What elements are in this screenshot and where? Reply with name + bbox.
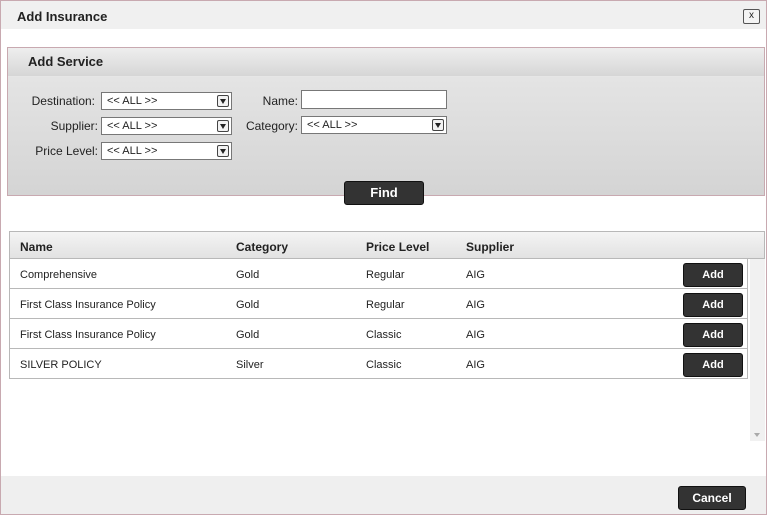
column-header-supplier: Supplier bbox=[466, 240, 515, 254]
row-name: First Class Insurance Policy bbox=[20, 299, 156, 311]
panel-header: Add Service bbox=[8, 48, 764, 77]
row-category: Gold bbox=[236, 269, 260, 281]
chevron-down-icon bbox=[217, 145, 229, 157]
dialog-titlebar: Add Insurance x bbox=[1, 1, 766, 29]
price-level-label: Price Level: bbox=[35, 144, 98, 158]
row-supplier: AIG bbox=[466, 359, 485, 371]
destination-value: << ALL >> bbox=[107, 95, 158, 107]
cancel-button[interactable]: Cancel bbox=[678, 486, 746, 510]
category-label: Category: bbox=[245, 119, 298, 133]
add-insurance-dialog: Add Insurance x Add Service Destination:… bbox=[0, 0, 767, 515]
row-supplier: AIG bbox=[466, 299, 485, 311]
row-price-level: Classic bbox=[366, 329, 402, 341]
price-level-value: << ALL >> bbox=[107, 145, 158, 157]
supplier-label: Supplier: bbox=[50, 119, 98, 133]
price-level-select[interactable]: << ALL >> bbox=[101, 142, 232, 160]
column-header-category: Category bbox=[236, 240, 289, 254]
row-price-level: Regular bbox=[366, 299, 405, 311]
scroll-down-icon[interactable] bbox=[754, 433, 760, 437]
row-price-level: Classic bbox=[366, 359, 402, 371]
category-value: << ALL >> bbox=[307, 119, 358, 131]
add-button[interactable]: Add bbox=[683, 353, 743, 377]
name-input[interactable] bbox=[301, 90, 447, 109]
add-button[interactable]: Add bbox=[683, 293, 743, 317]
row-supplier: AIG bbox=[466, 269, 485, 281]
chevron-down-icon bbox=[217, 95, 229, 107]
row-category: Silver bbox=[236, 359, 264, 371]
column-header-name: Name bbox=[20, 240, 53, 254]
destination-select[interactable]: << ALL >> bbox=[101, 92, 232, 110]
table-row: SILVER POLICY Silver Classic AIG Add bbox=[9, 349, 748, 379]
row-name: SILVER POLICY bbox=[20, 359, 102, 371]
row-name: Comprehensive bbox=[20, 269, 98, 281]
row-name: First Class Insurance Policy bbox=[20, 329, 156, 341]
row-supplier: AIG bbox=[466, 329, 485, 341]
dialog-title: Add Insurance bbox=[17, 9, 108, 24]
table-row: First Class Insurance Policy Gold Classi… bbox=[9, 319, 748, 349]
add-button[interactable]: Add bbox=[683, 263, 743, 287]
results-table: Name Category Price Level Supplier Compr… bbox=[9, 231, 765, 441]
find-button[interactable]: Find bbox=[344, 181, 424, 205]
row-price-level: Regular bbox=[366, 269, 405, 281]
table-header: Name Category Price Level Supplier bbox=[9, 231, 765, 259]
destination-label: Destination: bbox=[31, 94, 95, 108]
chevron-down-icon bbox=[432, 119, 444, 131]
results-scrollbar[interactable] bbox=[750, 259, 765, 441]
panel-title: Add Service bbox=[28, 54, 104, 69]
table-row: Comprehensive Gold Regular AIG Add bbox=[9, 259, 748, 289]
category-select[interactable]: << ALL >> bbox=[301, 116, 447, 134]
dialog-footer: Cancel bbox=[1, 476, 766, 514]
close-button[interactable]: x bbox=[743, 9, 760, 24]
row-category: Gold bbox=[236, 299, 260, 311]
row-category: Gold bbox=[236, 329, 260, 341]
supplier-select[interactable]: << ALL >> bbox=[101, 117, 232, 135]
name-label: Name: bbox=[262, 94, 298, 108]
table-row: First Class Insurance Policy Gold Regula… bbox=[9, 289, 748, 319]
column-header-price-level: Price Level bbox=[366, 240, 430, 254]
add-service-panel: Add Service Destination: << ALL >> Suppl… bbox=[7, 47, 765, 205]
supplier-value: << ALL >> bbox=[107, 120, 158, 132]
add-button[interactable]: Add bbox=[683, 323, 743, 347]
